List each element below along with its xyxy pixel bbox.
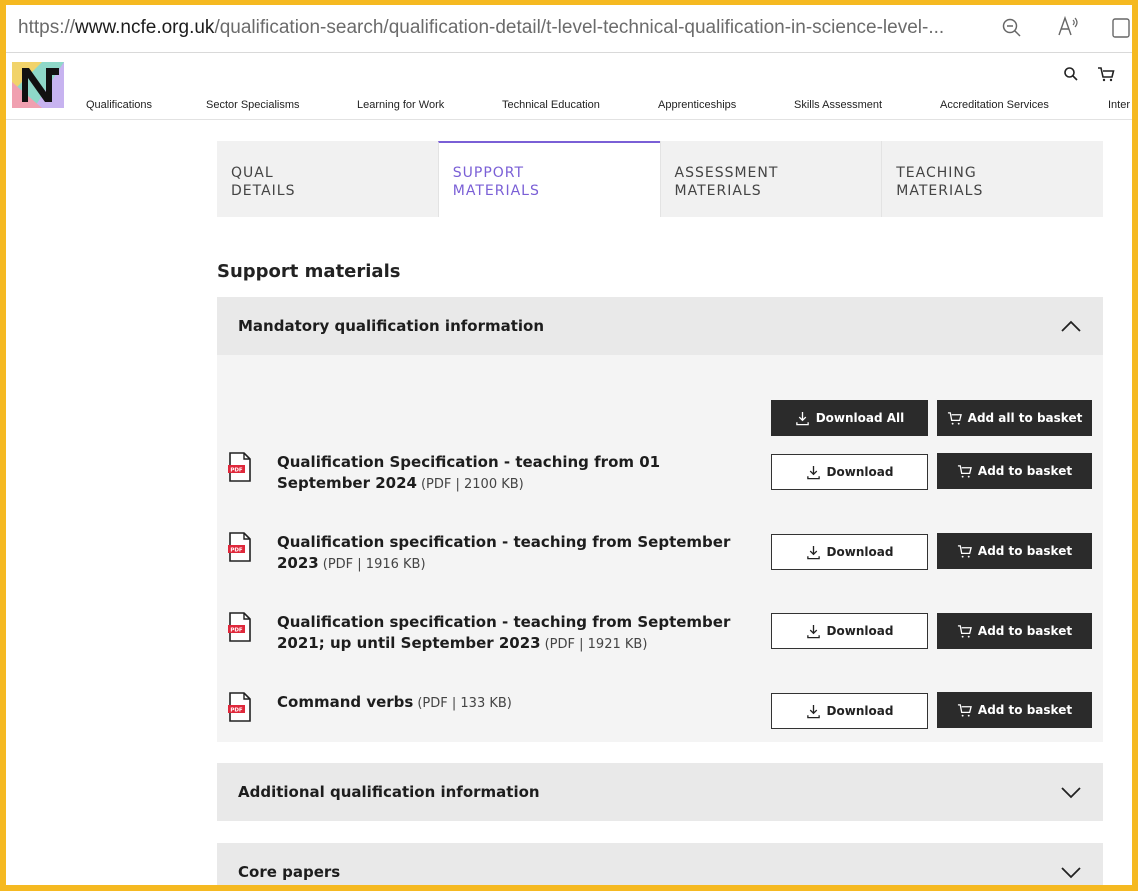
reader-view-icon[interactable] <box>1111 17 1131 44</box>
tab-qual-details[interactable]: QUAL DETAILS <box>217 141 438 217</box>
download-all-button[interactable]: Download All <box>771 400 928 436</box>
url-text[interactable]: https://www.ncfe.org.uk/qualification-se… <box>18 17 993 39</box>
nav-international[interactable]: Inter <box>1108 99 1130 111</box>
download-icon <box>806 704 820 718</box>
download-button[interactable]: Download <box>771 693 928 729</box>
chevron-down-icon[interactable] <box>1059 780 1083 804</box>
address-bar[interactable]: https://www.ncfe.org.uk/qualification-se… <box>6 5 1132 53</box>
add-to-basket-button[interactable]: Add to basket <box>937 533 1092 569</box>
nav-qualifications[interactable]: Qualifications <box>86 99 152 111</box>
site-header: Qualifications Sector Specialisms Learni… <box>6 54 1132 120</box>
svg-text:PDF: PDF <box>230 468 243 474</box>
tab-teaching-materials[interactable]: TEACHING MATERIALS <box>881 141 1103 217</box>
add-to-basket-button[interactable]: Add to basket <box>937 692 1092 728</box>
pdf-file-icon: PDF <box>228 532 251 562</box>
accordion-mandatory-header[interactable]: Mandatory qualification information <box>217 297 1103 355</box>
tab-support-materials[interactable]: SUPPORT MATERIALS <box>437 141 660 217</box>
document-meta: (PDF | 133 KB) <box>417 696 512 711</box>
document-title[interactable]: Qualification Specification - teaching f… <box>277 452 747 495</box>
download-button[interactable]: Download <box>771 454 928 490</box>
zoom-out-icon[interactable] <box>1002 18 1022 43</box>
basket-icon <box>947 411 962 425</box>
basket-icon <box>957 464 972 478</box>
basket-icon <box>957 544 972 558</box>
ncfe-logo[interactable] <box>12 62 64 108</box>
document-title[interactable]: Qualification specification - teaching f… <box>277 612 747 655</box>
nav-accreditation-services[interactable]: Accreditation Services <box>940 99 1049 111</box>
materials-tabs: QUAL DETAILS SUPPORT MATERIALS ASSESSMENT M… <box>217 141 1103 217</box>
download-button[interactable]: Download <box>771 613 928 649</box>
download-icon <box>806 545 820 559</box>
download-icon <box>806 624 820 638</box>
accordion-label: Additional qualification information <box>238 783 540 801</box>
download-button[interactable]: Download <box>771 534 928 570</box>
search-icon[interactable] <box>1063 66 1079 87</box>
nav-sector-specialisms[interactable]: Sector Specialisms <box>206 99 300 111</box>
nav-skills-assessment[interactable]: Skills Assessment <box>794 99 882 111</box>
add-all-to-basket-button[interactable]: Add all to basket <box>937 400 1092 436</box>
document-title[interactable]: Qualification specification - teaching f… <box>277 532 747 575</box>
section-title: Support materials <box>217 261 401 282</box>
document-meta: (PDF | 2100 KB) <box>420 477 524 492</box>
accordion-core-papers-header[interactable]: Core papers <box>217 843 1103 891</box>
accordion-additional-header[interactable]: Additional qualification information <box>217 763 1103 821</box>
accordion-label: Mandatory qualification information <box>238 317 545 335</box>
pdf-file-icon: PDF <box>228 692 251 722</box>
document-meta: (PDF | 1921 KB) <box>544 637 648 652</box>
nav-technical-education[interactable]: Technical Education <box>502 99 600 111</box>
add-to-basket-button[interactable]: Add to basket <box>937 453 1092 489</box>
basket-icon[interactable] <box>1097 66 1115 87</box>
basket-icon <box>957 624 972 638</box>
add-to-basket-button[interactable]: Add to basket <box>937 613 1092 649</box>
basket-icon <box>957 703 972 717</box>
pdf-file-icon: PDF <box>228 452 251 482</box>
document-meta: (PDF | 1916 KB) <box>322 557 426 572</box>
accordion-label: Core papers <box>238 863 341 881</box>
chevron-down-icon[interactable] <box>1059 860 1083 884</box>
document-title[interactable]: Command verbs (PDF | 133 KB) <box>277 692 747 714</box>
read-aloud-icon[interactable] <box>1056 15 1080 42</box>
nav-apprenticeships[interactable]: Apprenticeships <box>658 99 736 111</box>
download-icon <box>795 411 809 425</box>
svg-text:PDF: PDF <box>230 628 243 634</box>
chevron-up-icon[interactable] <box>1059 314 1083 338</box>
nav-learning-for-work[interactable]: Learning for Work <box>357 99 444 111</box>
pdf-file-icon: PDF <box>228 612 251 642</box>
tab-assessment-materials[interactable]: ASSESSMENT MATERIALS <box>659 141 882 217</box>
download-icon <box>806 465 820 479</box>
svg-text:PDF: PDF <box>230 548 243 554</box>
svg-text:PDF: PDF <box>230 708 243 714</box>
